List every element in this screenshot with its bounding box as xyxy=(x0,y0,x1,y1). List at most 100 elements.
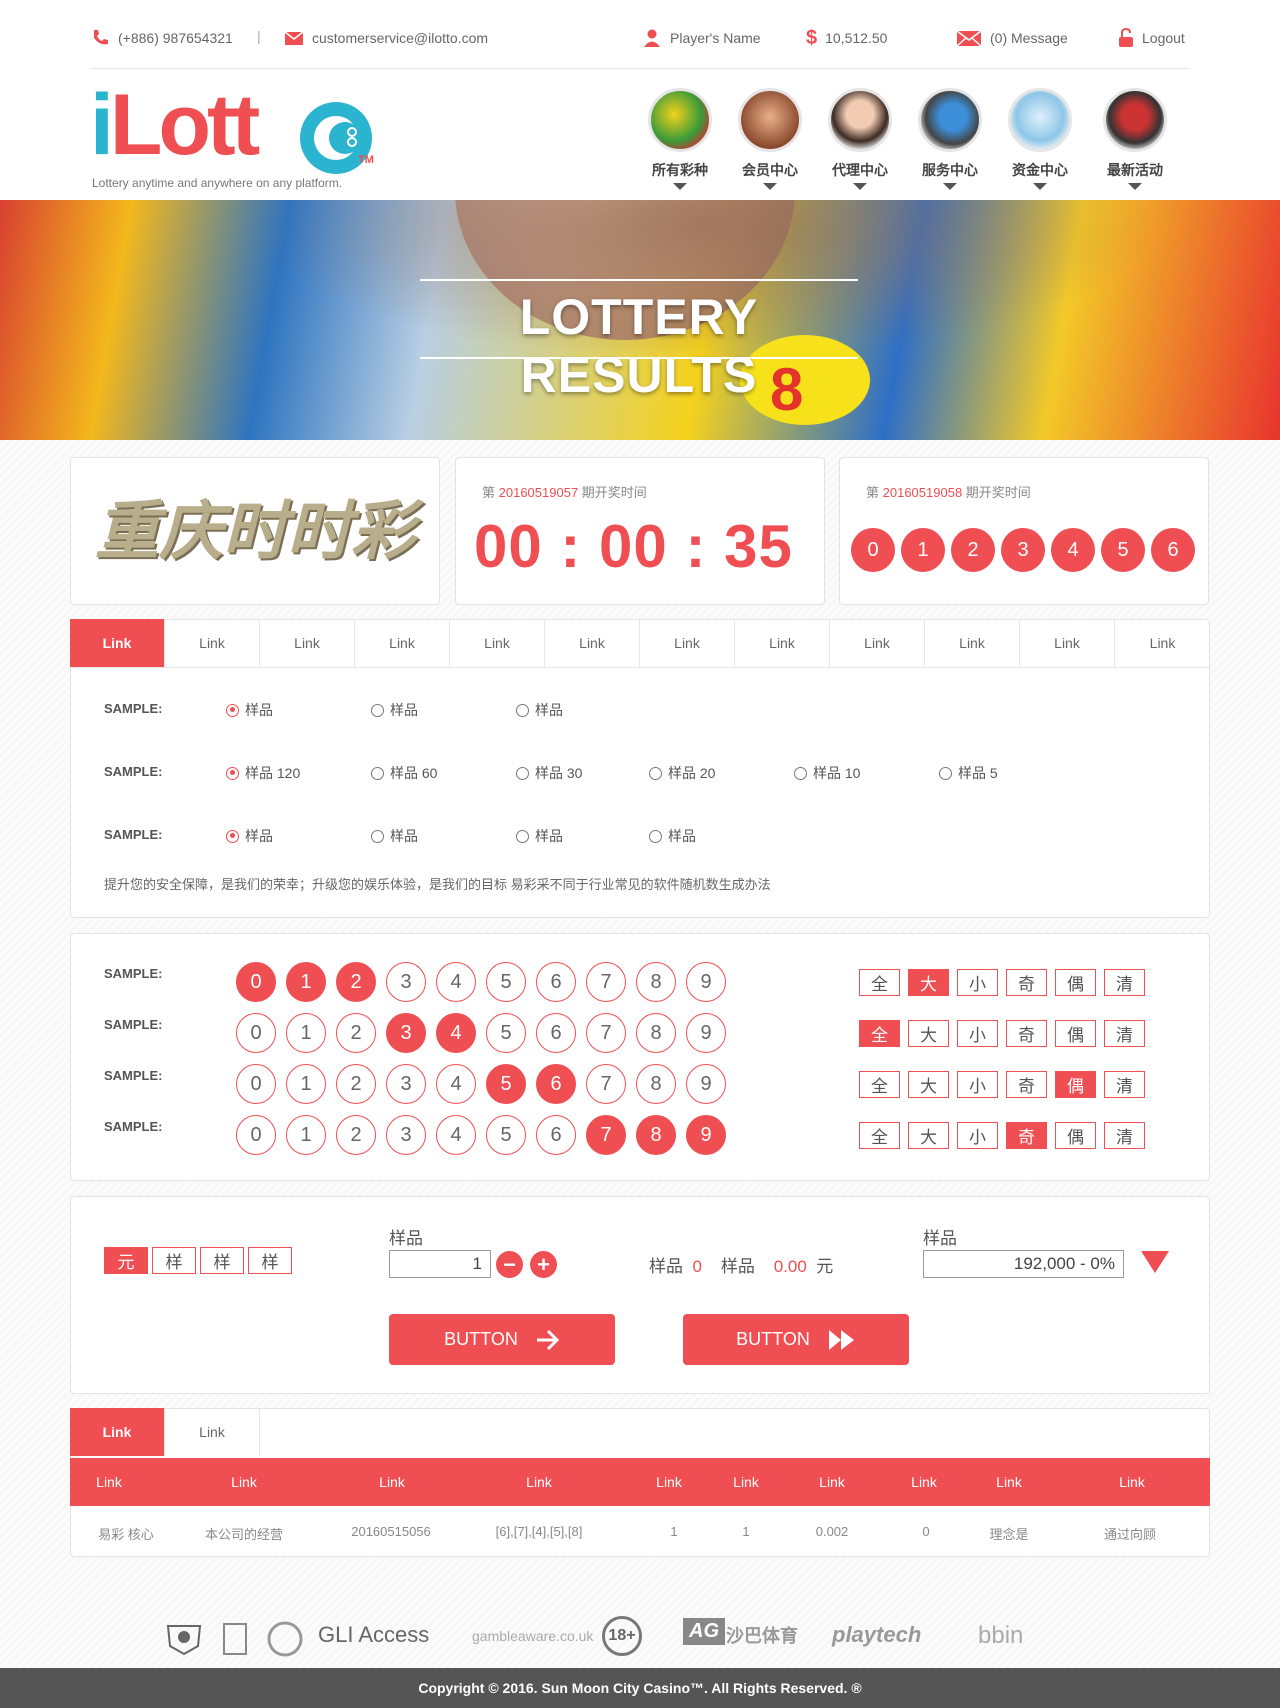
tab-8[interactable]: Link xyxy=(735,619,830,667)
column-header[interactable]: Link xyxy=(819,1474,845,1490)
number-ball-3[interactable]: 3 xyxy=(386,1013,426,1053)
radio-option[interactable]: 样品 xyxy=(516,700,563,720)
quick-select-button[interactable]: 偶 xyxy=(1055,969,1096,996)
number-ball-8[interactable]: 8 xyxy=(636,1115,676,1155)
number-ball-3[interactable]: 3 xyxy=(386,962,426,1002)
quick-select-button[interactable]: 清 xyxy=(1104,1020,1145,1047)
number-ball-1[interactable]: 1 xyxy=(286,1115,326,1155)
number-ball-2[interactable]: 2 xyxy=(336,1064,376,1104)
quick-select-button[interactable]: 偶 xyxy=(1055,1020,1096,1047)
radio-option[interactable]: 样品 10 xyxy=(794,763,860,783)
column-header[interactable]: Link xyxy=(231,1474,257,1490)
quick-select-button[interactable]: 大 xyxy=(908,1071,949,1098)
number-ball-2[interactable]: 2 xyxy=(336,1115,376,1155)
column-header[interactable]: Link xyxy=(733,1474,759,1490)
number-ball-1[interactable]: 1 xyxy=(286,1064,326,1104)
radio-option[interactable]: 样品 xyxy=(226,700,273,720)
number-ball-4[interactable]: 4 xyxy=(436,1115,476,1155)
unit-button[interactable]: 样 xyxy=(248,1247,292,1274)
number-ball-8[interactable]: 8 xyxy=(636,1064,676,1104)
tab-11[interactable]: Link xyxy=(1020,619,1115,667)
quick-select-button[interactable]: 小 xyxy=(957,1020,998,1047)
nav-service[interactable]: 服务中心 xyxy=(915,88,985,190)
nav-agents[interactable]: 代理中心 xyxy=(825,88,895,190)
number-ball-2[interactable]: 2 xyxy=(336,962,376,1002)
quick-select-button[interactable]: 大 xyxy=(908,1020,949,1047)
column-header[interactable]: Link xyxy=(911,1474,937,1490)
number-ball-0[interactable]: 0 xyxy=(236,962,276,1002)
number-ball-2[interactable]: 2 xyxy=(336,1013,376,1053)
quick-select-button[interactable]: 偶 xyxy=(1055,1122,1096,1149)
tab-1[interactable]: Link xyxy=(70,619,165,667)
unit-yuan-button[interactable]: 元 xyxy=(104,1247,148,1274)
number-ball-4[interactable]: 4 xyxy=(436,962,476,1002)
number-ball-1[interactable]: 1 xyxy=(286,1013,326,1053)
column-header[interactable]: Link xyxy=(656,1474,682,1490)
radio-option[interactable]: 样品 5 xyxy=(939,763,998,783)
number-ball-0[interactable]: 0 xyxy=(236,1064,276,1104)
unit-button[interactable]: 样 xyxy=(152,1247,196,1274)
quick-select-button[interactable]: 小 xyxy=(957,1122,998,1149)
quick-select-button[interactable]: 清 xyxy=(1104,969,1145,996)
tab-5[interactable]: Link xyxy=(450,619,545,667)
primary-button[interactable]: BUTTON xyxy=(389,1314,615,1365)
tab-10[interactable]: Link xyxy=(925,619,1020,667)
nav-all-lotteries[interactable]: 所有彩种 xyxy=(645,88,715,190)
number-ball-5[interactable]: 5 xyxy=(486,1064,526,1104)
column-header[interactable]: Link xyxy=(96,1474,122,1490)
column-header[interactable]: Link xyxy=(996,1474,1022,1490)
quick-select-button[interactable]: 奇 xyxy=(1006,969,1047,996)
odds-select[interactable] xyxy=(923,1250,1124,1278)
quick-select-button[interactable]: 清 xyxy=(1104,1122,1145,1149)
minus-button[interactable]: − xyxy=(496,1251,523,1278)
number-ball-5[interactable]: 5 xyxy=(486,1115,526,1155)
email-address[interactable]: customerservice@ilotto.com xyxy=(312,30,488,46)
dropdown-triangle-icon[interactable] xyxy=(1140,1250,1170,1274)
radio-option[interactable]: 样品 xyxy=(371,826,418,846)
number-ball-6[interactable]: 6 xyxy=(536,1064,576,1104)
number-ball-7[interactable]: 7 xyxy=(586,1064,626,1104)
number-ball-4[interactable]: 4 xyxy=(436,1013,476,1053)
number-ball-7[interactable]: 7 xyxy=(586,962,626,1002)
radio-option[interactable]: 样品 xyxy=(516,826,563,846)
messages-link[interactable]: (0) Message xyxy=(956,28,1068,48)
quick-select-button[interactable]: 全 xyxy=(859,1071,900,1098)
quick-select-button[interactable]: 奇 xyxy=(1006,1122,1047,1149)
tab-7[interactable]: Link xyxy=(640,619,735,667)
history-tab-1[interactable]: Link xyxy=(70,1408,165,1456)
player-account[interactable]: Player's Name xyxy=(642,28,761,48)
column-header[interactable]: Link xyxy=(1119,1474,1145,1490)
tab-12[interactable]: Link xyxy=(1115,619,1210,667)
nav-funds[interactable]: 资金中心 xyxy=(1005,88,1075,190)
tab-6[interactable]: Link xyxy=(545,619,640,667)
number-ball-6[interactable]: 6 xyxy=(536,1115,576,1155)
tab-3[interactable]: Link xyxy=(260,619,355,667)
email-contact[interactable]: customerservice@ilotto.com xyxy=(284,28,488,48)
quick-select-button[interactable]: 全 xyxy=(859,1020,900,1047)
number-ball-0[interactable]: 0 xyxy=(236,1115,276,1155)
number-ball-5[interactable]: 5 xyxy=(486,1013,526,1053)
number-ball-7[interactable]: 7 xyxy=(586,1013,626,1053)
quick-select-button[interactable]: 小 xyxy=(957,1071,998,1098)
radio-option[interactable]: 样品 20 xyxy=(649,763,715,783)
unit-button[interactable]: 样 xyxy=(200,1247,244,1274)
number-ball-7[interactable]: 7 xyxy=(586,1115,626,1155)
number-ball-1[interactable]: 1 xyxy=(286,962,326,1002)
number-ball-5[interactable]: 5 xyxy=(486,962,526,1002)
logout-link[interactable]: Logout xyxy=(1118,28,1185,48)
quick-select-button[interactable]: 大 xyxy=(908,969,949,996)
history-tab-2[interactable]: Link xyxy=(165,1408,260,1456)
player-name[interactable]: Player's Name xyxy=(670,30,761,46)
number-ball-4[interactable]: 4 xyxy=(436,1064,476,1104)
nav-promotions[interactable]: 最新活动 xyxy=(1100,88,1170,190)
messages-count[interactable]: (0) Message xyxy=(990,30,1068,46)
radio-option[interactable]: 样品 xyxy=(226,826,273,846)
quick-select-button[interactable]: 奇 xyxy=(1006,1071,1047,1098)
column-header[interactable]: Link xyxy=(379,1474,405,1490)
number-ball-9[interactable]: 9 xyxy=(686,1115,726,1155)
number-ball-6[interactable]: 6 xyxy=(536,962,576,1002)
plus-button[interactable]: + xyxy=(530,1251,557,1278)
quick-select-button[interactable]: 小 xyxy=(957,969,998,996)
tab-4[interactable]: Link xyxy=(355,619,450,667)
quick-select-button[interactable]: 全 xyxy=(859,969,900,996)
